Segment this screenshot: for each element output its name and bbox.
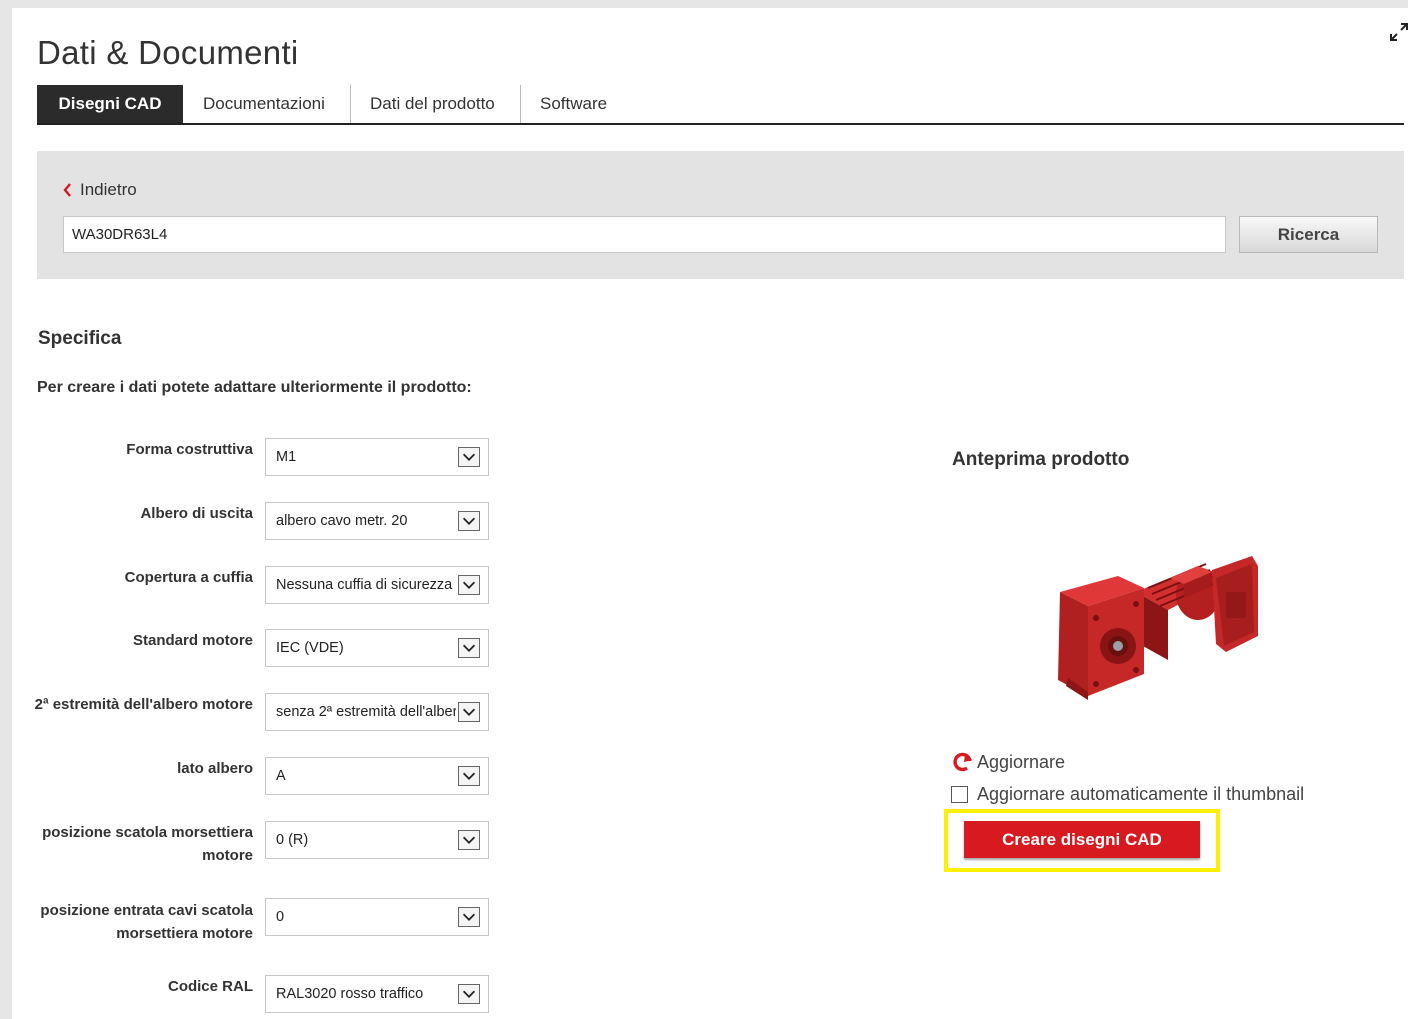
tab-bar: Disegni CAD Documentazioni Dati del prod… [37,85,1404,125]
back-label: Indietro [80,180,137,199]
select-seconda-estremita-albero[interactable]: senza 2ª estremità dell'albero [265,693,489,731]
expand-icon[interactable] [1390,22,1408,42]
chevron-left-icon [63,183,71,197]
tab-separator [350,85,351,123]
select-value: A [276,768,286,784]
select-codice-ral[interactable]: RAL3020 rosso traffico [265,975,489,1013]
chevron-down-icon [458,984,480,1004]
search-button[interactable]: Ricerca [1239,216,1378,253]
field-label-seconda-estremita-albero: 2ª estremità dell'albero motore [34,696,253,713]
select-value: 0 (R) [276,832,309,848]
create-cad-button[interactable]: Creare disegni CAD [964,821,1200,858]
field-label-standard-motore: Standard motore [132,632,253,649]
tab-separator [520,85,521,123]
select-forma-costruttiva[interactable]: M1 [265,438,489,476]
back-link[interactable]: Indietro [63,179,137,201]
chevron-down-icon [458,766,480,786]
select-value: 0 [276,909,285,925]
select-posizione-scatola-morsettiera[interactable]: 0 (R) [265,821,489,859]
field-label-forma-costruttiva: Forma costruttiva [126,441,253,458]
select-posizione-entrata-cavi[interactable]: 0 [265,898,489,936]
chevron-down-icon [458,907,480,927]
auto-update-checkbox[interactable] [951,785,968,803]
chevron-down-icon [458,830,480,850]
tab-disegni-cad[interactable]: Disegni CAD [37,85,183,123]
select-value: IEC (VDE) [276,640,344,656]
field-label-copertura-a-cuffia: Copertura a cuffia [124,569,253,586]
chevron-down-icon [458,702,480,722]
auto-update-label: Aggiornare automaticamente il thumbnail [977,783,1305,804]
chevron-down-icon [458,447,480,467]
field-label-lato-albero: lato albero [177,760,253,777]
section-intro: Per creare i dati potete adattare ulteri… [37,379,472,396]
field-label-posizione-scatola-morsettiera: posizione scatola morsettiera motore [42,824,253,864]
select-copertura-a-cuffia[interactable]: Nessuna cuffia di sicurezza [265,566,489,604]
chevron-down-icon [458,575,480,595]
refresh-icon [953,752,972,772]
search-panel: Indietro Ricerca [37,151,1404,279]
refresh-link[interactable]: Aggiornare [952,750,1065,774]
field-label-codice-ral: Codice RAL [167,978,253,995]
tab-dati-del-prodotto[interactable]: Dati del prodotto [370,85,495,123]
gearmotor-image [1058,556,1258,700]
chevron-down-icon [458,638,480,658]
tab-software[interactable]: Software [540,85,607,123]
select-value: M1 [276,449,297,465]
chevron-down-icon [458,511,480,531]
select-lato-albero[interactable]: A [265,757,489,795]
field-label-albero-di-uscita: Albero di uscita [140,505,253,522]
page-title: Dati & Documenti [37,34,299,71]
auto-update-row: Aggiornare automaticamente il thumbnail [951,783,1304,805]
section-title: Specifica [38,328,122,349]
select-albero-di-uscita[interactable]: albero cavo metr. 20 [265,502,489,540]
preview-title: Anteprima prodotto [952,449,1130,470]
search-input[interactable] [63,216,1226,253]
select-value: RAL3020 rosso traffico [276,986,424,1002]
select-value: senza 2ª estremità dell'albero [276,704,456,720]
select-value: Nessuna cuffia di sicurezza [276,577,453,593]
refresh-label: Aggiornare [977,751,1066,772]
select-standard-motore[interactable]: IEC (VDE) [265,629,489,667]
tab-documentazioni[interactable]: Documentazioni [203,85,325,123]
select-value: albero cavo metr. 20 [276,513,408,529]
field-label-posizione-entrata-cavi: posizione entrata cavi scatola morsettie… [40,902,253,942]
